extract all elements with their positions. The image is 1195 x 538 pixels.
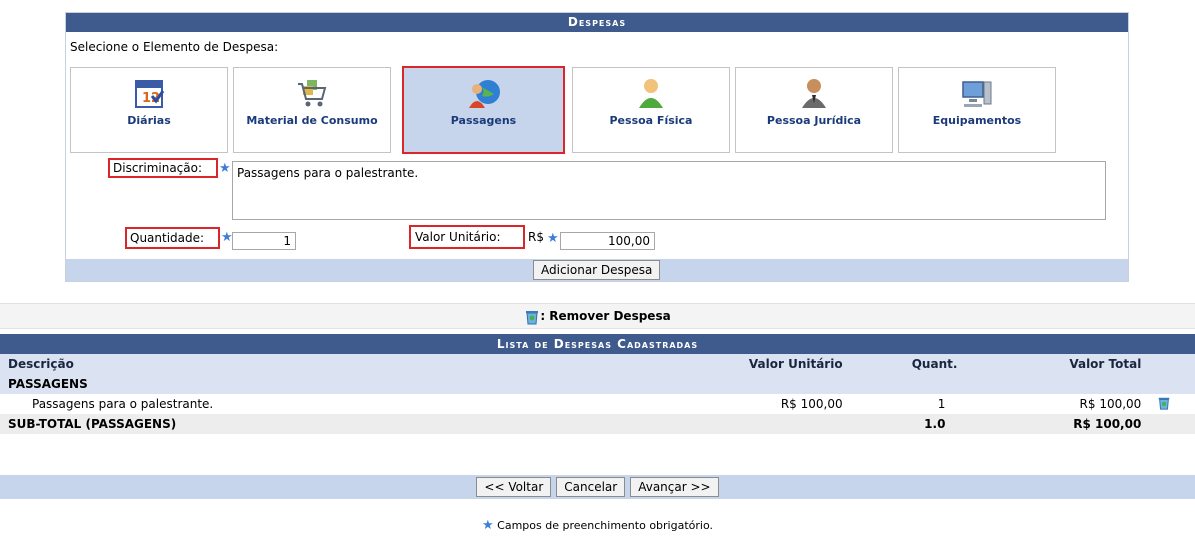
person-icon — [639, 79, 663, 108]
valor-unitario-label-highlight: Valor Unitário: — [409, 225, 525, 249]
expense-table: Descrição Valor Unitário Quant. Valor To… — [0, 354, 1195, 454]
discriminacao-label-highlight: Discriminação: — [108, 158, 218, 178]
required-star-icon: ★ — [221, 230, 233, 245]
quantidade-label-highlight: Quantidade: — [125, 227, 220, 249]
element-label: Equipamentos — [932, 114, 1022, 127]
group-label: PASSAGENS — [8, 377, 88, 391]
currency-label: R$ — [528, 230, 544, 244]
element-material-consumo-button[interactable]: Material de Consumo — [233, 67, 391, 153]
element-label: Material de Consumo — [246, 114, 378, 127]
calendar-icon: 12 — [135, 80, 165, 108]
element-passagens-button[interactable]: Passagens — [402, 66, 565, 154]
subtotal-row: SUB-TOTAL (PASSAGENS) 1.0 R$ 100,00 — [0, 414, 1195, 434]
globe-person-icon — [468, 80, 500, 108]
row-valor-unitario: R$ 100,00 — [780, 397, 843, 411]
despesas-caption: Despesas — [66, 13, 1128, 32]
required-fields-note: ★ Campos de preenchimento obrigatório. — [0, 518, 1195, 533]
col-quant: Quant. — [850, 354, 966, 374]
avancar-button[interactable]: Avançar >> — [630, 477, 719, 497]
col-actions — [1149, 354, 1195, 374]
element-pessoa-juridica-button[interactable]: Pessoa Jurídica — [735, 67, 893, 153]
remove-expense-button[interactable] — [1149, 394, 1195, 414]
valor-unitario-input[interactable] — [560, 232, 655, 250]
legend-label: : Remover Despesa — [540, 309, 671, 323]
table-row: Passagens para o palestrante. R$ 100,00 … — [0, 394, 1195, 414]
discriminacao-label: Discriminação: — [113, 161, 203, 175]
cancelar-button[interactable]: Cancelar — [556, 477, 626, 497]
required-star-icon: ★ — [219, 161, 231, 176]
legend-bar: : Remover Despesa — [0, 303, 1195, 329]
row-quant: 1 — [937, 397, 946, 411]
voltar-button[interactable]: << Voltar — [476, 477, 552, 497]
select-element-label: Selecione o Elemento de Despesa: — [70, 40, 279, 54]
element-equipamentos-button[interactable]: Equipamentos — [898, 67, 1056, 153]
trash-icon — [526, 310, 539, 324]
row-descricao: Passagens para o palestrante. — [32, 397, 214, 411]
list-caption: Lista de Despesas Cadastradas — [0, 334, 1195, 354]
businessman-icon — [802, 79, 826, 108]
element-diarias-button[interactable]: 12 Diárias — [70, 67, 228, 153]
adicionar-despesa-button[interactable]: Adicionar Despesa — [533, 260, 661, 280]
subtotal-valor-total: R$ 100,00 — [1073, 417, 1142, 431]
computer-icon — [962, 81, 992, 107]
required-note-text: Campos de preenchimento obrigatório. — [497, 519, 713, 532]
element-label: Pessoa Jurídica — [766, 114, 862, 127]
trash-icon — [1159, 397, 1170, 410]
element-label: Pessoa Física — [609, 114, 693, 127]
spacer-row — [0, 434, 1195, 454]
expense-list: Lista de Despesas Cadastradas Descrição … — [0, 334, 1195, 454]
navigation-bar: << Voltar Cancelar Avançar >> — [0, 475, 1195, 499]
shopping-cart-icon — [298, 80, 327, 107]
quantidade-label: Quantidade: — [130, 231, 205, 245]
subtotal-quant: 1.0 — [924, 417, 946, 431]
col-valor-total: Valor Total — [965, 354, 1150, 374]
group-row: PASSAGENS — [0, 374, 1195, 394]
required-star-icon: ★ — [547, 231, 559, 246]
despesas-panel: Despesas Selecione o Elemento de Despesa… — [65, 12, 1129, 282]
col-descricao: Descrição — [0, 354, 706, 374]
add-expense-bar: Adicionar Despesa — [66, 259, 1128, 281]
valor-unitario-label: Valor Unitário: — [415, 230, 501, 244]
quantidade-input[interactable] — [232, 232, 296, 250]
subtotal-label: SUB-TOTAL (PASSAGENS) — [8, 417, 177, 431]
row-valor-total: R$ 100,00 — [1079, 397, 1142, 411]
element-pessoa-fisica-button[interactable]: Pessoa Física — [572, 67, 730, 153]
discriminacao-textarea[interactable]: Passagens para o palestrante. — [232, 161, 1106, 220]
required-star-icon: ★ — [482, 518, 494, 533]
col-valor-unitario: Valor Unitário — [705, 354, 851, 374]
element-label: Diárias — [127, 114, 171, 127]
element-label: Passagens — [450, 114, 517, 127]
